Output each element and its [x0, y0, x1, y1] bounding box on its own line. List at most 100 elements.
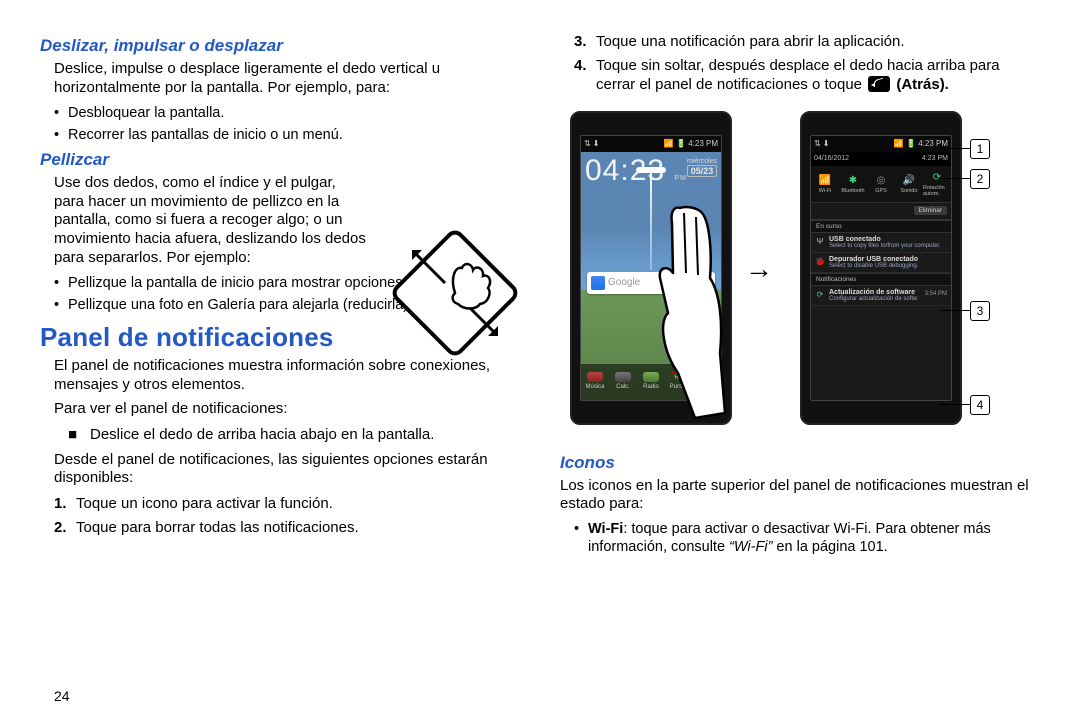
- status-left-icons: ⇅⬇: [584, 139, 601, 148]
- bullet: Desbloquear la pantalla.: [40, 104, 520, 122]
- dock: Música Calc. Radio Hot Pursuit aciones: [581, 364, 721, 400]
- panel-date: 04/16/2012: [814, 155, 849, 162]
- dock-icon-music: Música: [585, 372, 605, 392]
- dock-label: Música: [585, 383, 604, 392]
- step-number: 2.: [54, 518, 76, 538]
- dock-icon-radio: Radio: [641, 372, 661, 392]
- square-step-text: Deslice el dedo de arriba hacia abajo en…: [90, 425, 434, 445]
- left-column: Deslizar, impulsar o desplazar Deslice, …: [20, 30, 540, 710]
- dock-label: aciones: [697, 383, 718, 392]
- dock-icon-calc: Calc.: [613, 372, 633, 392]
- section-notificaciones: Notificaciones: [811, 273, 951, 286]
- notif-title: Depurador USB conectado: [829, 256, 946, 263]
- notification-shade: 04/16/2012 4:23 PM 📶Wi-Fi ✱Bluetooth ◎GP…: [811, 152, 951, 400]
- bullet-wifi: Wi-Fi: toque para activar o desactivar W…: [560, 520, 1040, 556]
- phone-screen: ⇅⬇ 📶 🔋 4:23 PM 04:23 PM miércoles 05/23: [580, 135, 722, 401]
- para-iconos: Los iconos en la parte superior del pane…: [560, 477, 1040, 515]
- phone-screen: ⇅⬇ 📶 🔋 4:23 PM 04/16/2012 4:23 PM 📶Wi-Fi…: [810, 135, 952, 401]
- google-label: Google: [608, 277, 640, 288]
- step-text: Toque sin soltar, después desplace el de…: [596, 56, 1040, 95]
- dock-label: Radio: [643, 383, 659, 392]
- heading-deslizar: Deslizar, impulsar o desplazar: [40, 36, 520, 56]
- callout-number: 3: [970, 301, 990, 321]
- step-text: Toque un icono para activar la función.: [76, 494, 333, 514]
- wifi-text-b: en la página 101.: [772, 539, 887, 555]
- step-text: Toque para borrar todas las notificacion…: [76, 518, 359, 538]
- bug-icon: 🐞: [815, 257, 825, 267]
- square-bullet-icon: ■: [68, 425, 90, 445]
- step-number: 1.: [54, 494, 76, 514]
- callout-3: 3: [970, 301, 990, 321]
- toggle-sound: 🔊Sonido: [895, 166, 923, 202]
- notif-debug: 🐞 Depurador USB conectado Select to disa…: [811, 253, 951, 273]
- step-4: 4. Toque sin soltar, después desplace el…: [560, 56, 1040, 95]
- toggle-label: Rotación autom.: [923, 185, 951, 197]
- wifi-bold: Wi-Fi: [588, 521, 623, 537]
- panel-date-row: 04/16/2012 4:23 PM: [811, 152, 951, 166]
- toggle-wifi: 📶Wi-Fi: [811, 166, 839, 202]
- google-icon: [591, 276, 605, 290]
- pull-handle-line: [650, 170, 652, 270]
- callout-1: 1: [970, 139, 990, 159]
- clock-ampm: PM: [674, 175, 687, 182]
- dock-icon-apps: aciones: [697, 372, 717, 392]
- notif-title: USB conectado: [829, 236, 946, 243]
- callout-number: 2: [970, 169, 990, 189]
- phone-homescreen: ⇅⬇ 📶 🔋 4:23 PM 04:23 PM miércoles 05/23: [570, 111, 732, 425]
- clear-row: Eliminar: [811, 203, 951, 220]
- clock-day: miércoles: [687, 158, 717, 165]
- square-step: ■ Deslice el dedo de arriba hacia abajo …: [40, 425, 520, 445]
- back-icon: [868, 76, 890, 92]
- para-panel-2: Para ver el panel de notificaciones:: [40, 400, 520, 419]
- notif-update: ⟳ Actualización de software Configurar a…: [811, 286, 951, 306]
- notif-subtitle: Select to copy files to/from your comput…: [829, 243, 946, 249]
- status-right: 📶 🔋 4:23 PM: [894, 139, 948, 148]
- notif-usb: Ψ USB conectado Select to copy files to/…: [811, 233, 951, 253]
- pinch-gesture-illustration: [380, 218, 530, 368]
- arrow-right-icon: →: [745, 253, 773, 285]
- toggle-rotation: ⟳Rotación autom.: [923, 166, 951, 202]
- step-1: 1. Toque un icono para activar la funció…: [40, 494, 520, 514]
- status-right: 📶 🔋 4:23 PM: [664, 139, 718, 148]
- status-time: 4:23 PM: [918, 139, 948, 148]
- callout-number: 1: [970, 139, 990, 159]
- notification-panel-figure: ⇅⬇ 📶 🔋 4:23 PM 04:23 PM miércoles 05/23: [560, 103, 1040, 443]
- status-bar: ⇅⬇ 📶 🔋 4:23 PM: [811, 136, 951, 152]
- step4-post: (Atrás).: [896, 76, 949, 93]
- para-deslizar: Deslice, impulse o desplace ligeramente …: [40, 60, 520, 98]
- manual-page: Deslizar, impulsar o desplazar Deslice, …: [0, 0, 1080, 720]
- right-column: 3. Toque una notificación para abrir la …: [540, 30, 1060, 710]
- callout-2: 2: [970, 169, 990, 189]
- para-panel-3: Desde el panel de notificaciones, las si…: [40, 451, 520, 489]
- toggle-label: Sonido: [900, 188, 917, 194]
- dock-icon-pursuit: Hot Pursuit: [669, 372, 689, 392]
- toggle-label: GPS: [875, 188, 887, 194]
- status-time: 4:23 PM: [688, 139, 718, 148]
- notif-time: 3:54 PM: [925, 291, 947, 297]
- quick-toggles-row: 📶Wi-Fi ✱Bluetooth ◎GPS 🔊Sonido ⟳Rotación…: [811, 166, 951, 203]
- toggle-label: Bluetooth: [841, 188, 864, 194]
- step-number: 4.: [574, 56, 596, 95]
- clock-date-num: 05/23: [687, 165, 717, 177]
- step-text: Toque una notificación para abrir la apl…: [596, 32, 905, 52]
- dock-label: Hot Pursuit: [669, 374, 689, 392]
- phone-notification-panel: ⇅⬇ 📶 🔋 4:23 PM 04/16/2012 4:23 PM 📶Wi-Fi…: [800, 111, 962, 425]
- clear-button: Eliminar: [914, 206, 947, 215]
- toggle-gps: ◎GPS: [867, 166, 895, 202]
- callout-number: 4: [970, 395, 990, 415]
- wifi-italic: “Wi-Fi”: [729, 539, 772, 555]
- status-bar: ⇅⬇ 📶 🔋 4:23 PM: [581, 136, 721, 152]
- step-number: 3.: [574, 32, 596, 52]
- google-search-bar: Google: [587, 272, 715, 294]
- step-3: 3. Toque una notificación para abrir la …: [560, 32, 1040, 52]
- heading-iconos: Iconos: [560, 453, 1040, 473]
- status-left-icons: ⇅⬇: [814, 139, 831, 148]
- refresh-icon: ⟳: [815, 290, 825, 300]
- heading-pellizcar: Pellizcar: [40, 150, 520, 170]
- toggle-bluetooth: ✱Bluetooth: [839, 166, 867, 202]
- wallpaper: 04:23 PM miércoles 05/23 Google: [581, 152, 721, 400]
- dock-label: Calc.: [616, 383, 630, 392]
- bullet: Recorrer las pantallas de inicio o un me…: [40, 126, 520, 144]
- usb-icon: Ψ: [815, 237, 825, 247]
- panel-time: 4:23 PM: [922, 155, 948, 162]
